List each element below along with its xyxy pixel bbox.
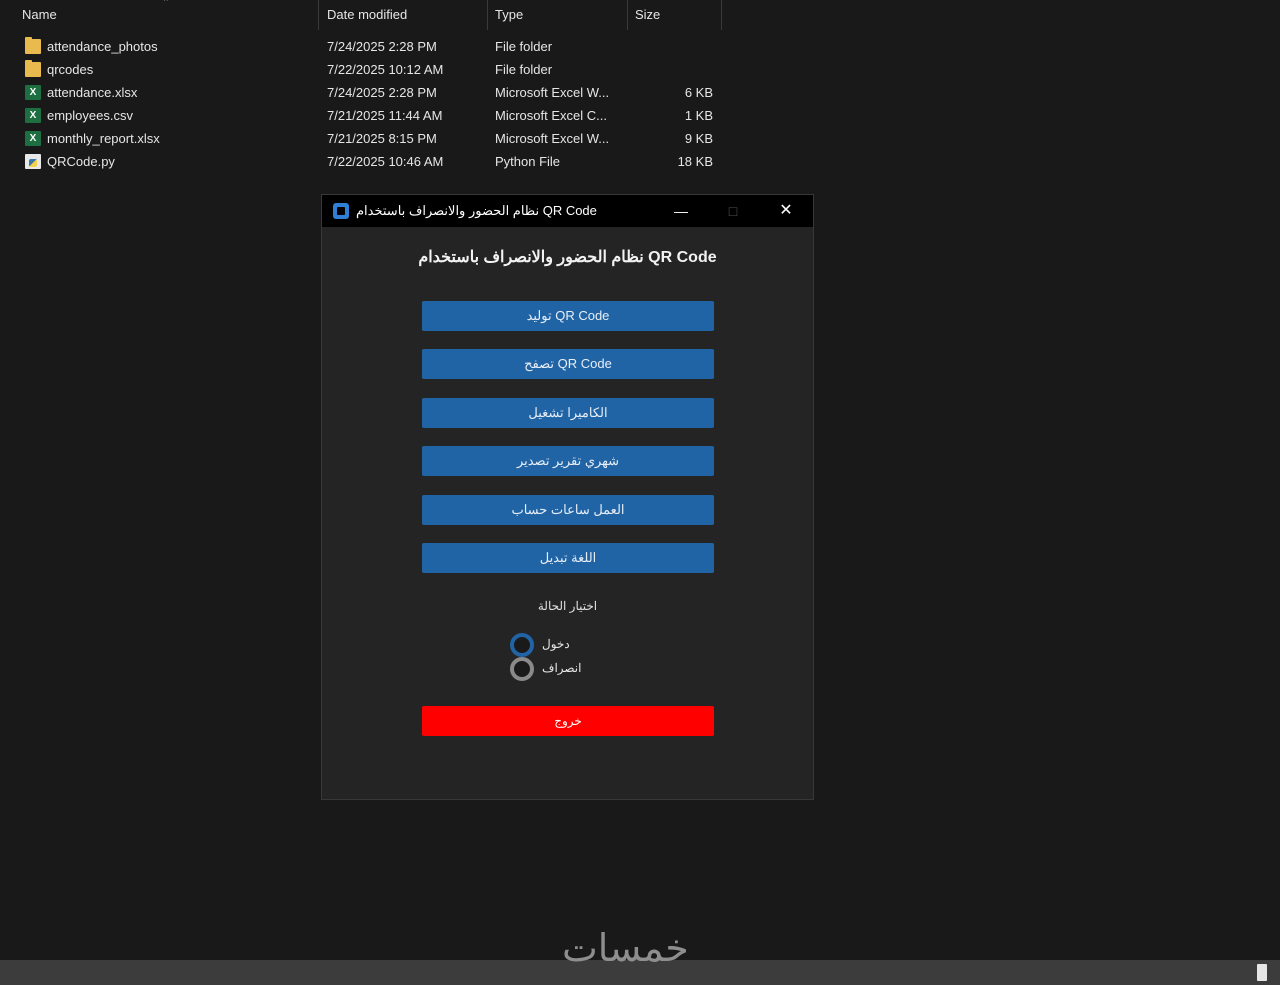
radio-selected-icon[interactable] [510, 633, 534, 657]
radio-unselected-icon[interactable] [510, 657, 534, 681]
file-date: 7/21/2025 8:15 PM [327, 131, 437, 146]
app-icon [333, 203, 349, 219]
file-size: 1 KB [684, 108, 713, 123]
python-file-icon [25, 154, 41, 169]
column-header-size[interactable]: Size [628, 0, 722, 30]
file-size: 6 KB [684, 85, 713, 100]
calculate-work-hours-button[interactable]: العمل ساعات حساب [422, 495, 714, 525]
close-button[interactable]: ✕ [763, 195, 809, 227]
file-name: employees.csv [47, 108, 133, 123]
file-name: monthly_report.xlsx [47, 131, 160, 146]
radio-label: انصراف [542, 661, 582, 675]
file-name: QRCode.py [47, 154, 115, 169]
radio-label: دخول [542, 637, 570, 651]
column-header-name[interactable]: Name [15, 0, 319, 30]
file-row[interactable]: X attendance.xlsx 7/24/2025 2:28 PM Micr… [0, 81, 722, 104]
export-monthly-report-button[interactable]: شهري تقرير تصدير [422, 446, 714, 476]
exit-button[interactable]: خروج [422, 706, 714, 736]
maximize-button[interactable]: □ [710, 195, 756, 227]
excel-file-icon: X [25, 131, 41, 146]
file-date: 7/24/2025 2:28 PM [327, 39, 437, 54]
file-row[interactable]: X employees.csv 7/21/2025 11:44 AM Micro… [0, 104, 722, 127]
column-header-date-modified[interactable]: Date modified [320, 0, 488, 30]
file-list-header: ⌃ Name Date modified Type Size [0, 0, 1280, 30]
generate-qr-button[interactable]: توليد QR Code [422, 301, 714, 331]
file-date: 7/24/2025 2:28 PM [327, 85, 437, 100]
file-row[interactable]: attendance_photos 7/24/2025 2:28 PM File… [0, 35, 722, 58]
tray-notification-icon[interactable] [1257, 964, 1267, 981]
excel-file-icon: X [25, 85, 41, 100]
watermark-logo: خمسات [562, 926, 689, 970]
minimize-button[interactable]: — [658, 195, 704, 227]
folder-icon [25, 60, 41, 77]
state-selection-label: اختيار الحالة [537, 599, 598, 613]
file-type: Microsoft Excel W... [495, 85, 610, 100]
app-heading: نظام الحضور والانصراف باستخدام QR Code [418, 249, 717, 266]
file-row[interactable]: X monthly_report.xlsx 7/21/2025 8:15 PM … [0, 127, 722, 150]
excel-file-icon: X [25, 108, 41, 123]
column-header-type[interactable]: Type [488, 0, 628, 30]
browse-qr-button[interactable]: تصفح QR Code [422, 349, 714, 379]
window-titlebar[interactable]: نظام الحضور والانصراف باستخدام QR Code —… [322, 195, 813, 227]
switch-language-button[interactable]: اللغة تبديل [422, 543, 714, 573]
qr-attendance-window: نظام الحضور والانصراف باستخدام QR Code —… [321, 194, 814, 800]
file-type: File folder [495, 39, 553, 54]
start-camera-button[interactable]: الكاميرا تشغيل [422, 398, 714, 428]
file-type: Microsoft Excel W... [495, 131, 610, 146]
folder-icon [25, 37, 41, 54]
file-name: attendance_photos [47, 39, 158, 54]
file-date: 7/22/2025 10:12 AM [327, 62, 444, 77]
file-row[interactable]: QRCode.py 7/22/2025 10:46 AM Python File… [0, 150, 722, 173]
file-date: 7/21/2025 11:44 AM [327, 108, 443, 123]
file-row[interactable]: qrcodes 7/22/2025 10:12 AM File folder [0, 58, 722, 81]
file-type: Microsoft Excel C... [495, 108, 607, 123]
file-name: attendance.xlsx [47, 85, 138, 100]
file-size: 9 KB [684, 131, 713, 146]
file-date: 7/22/2025 10:46 AM [327, 154, 444, 169]
file-type: Python File [495, 154, 561, 169]
window-title: نظام الحضور والانصراف باستخدام QR Code [356, 203, 597, 218]
file-type: File folder [495, 62, 553, 77]
file-name: qrcodes [47, 62, 94, 77]
file-size: 18 KB [677, 154, 713, 169]
